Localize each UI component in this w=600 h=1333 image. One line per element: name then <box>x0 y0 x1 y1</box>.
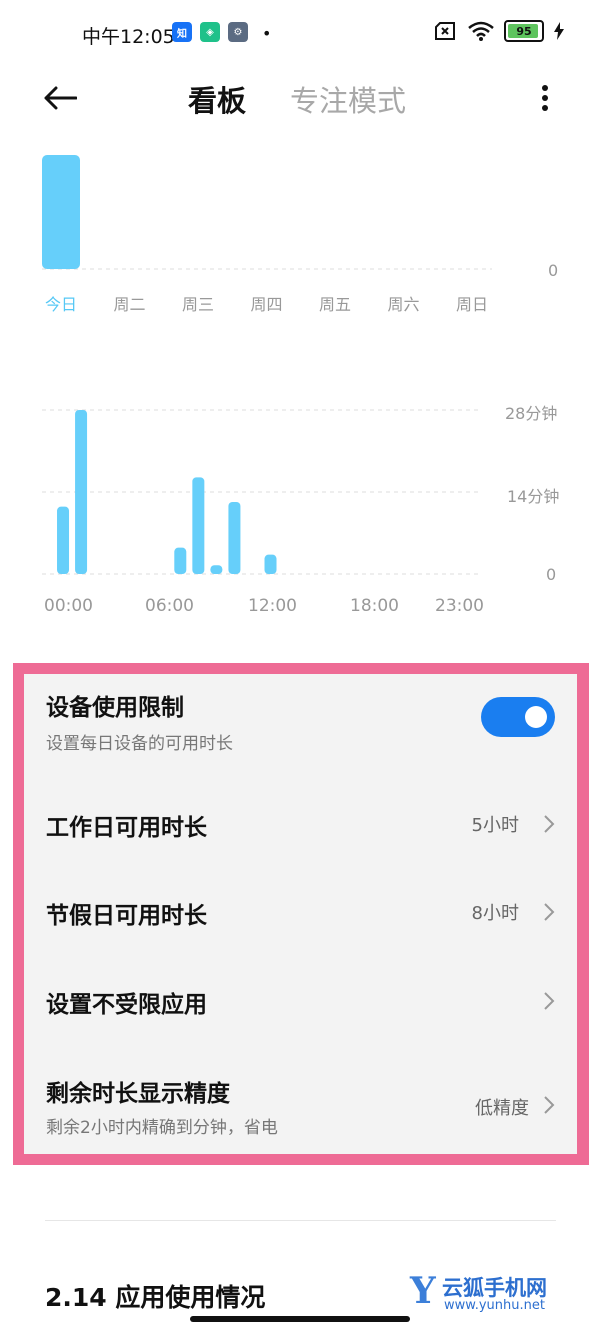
section-divider <box>45 1220 556 1221</box>
hourly-x-tick: 18:00 <box>350 596 399 616</box>
tab-dashboard[interactable]: 看板 <box>188 78 246 120</box>
device-limit-toggle[interactable] <box>481 697 555 737</box>
more-vertical-icon <box>542 85 548 111</box>
toggle-knob <box>525 706 547 728</box>
hourly-y-tick-max: 28分钟 <box>505 404 558 423</box>
hourly-bar[interactable] <box>264 554 277 574</box>
charging-icon <box>554 22 564 40</box>
hourly-y-tick-zero: 0 <box>546 565 557 584</box>
day-label[interactable]: 周六 <box>388 291 420 315</box>
wifi-icon <box>468 21 494 41</box>
day-label[interactable]: 周四 <box>251 291 283 315</box>
weekly-bar[interactable] <box>42 155 80 269</box>
precision-title: 剩余时长显示精度 <box>46 1081 230 1107</box>
weekly-y-tick: 0 <box>548 261 559 280</box>
hourly-x-tick: 00:00 <box>44 596 93 616</box>
device-limit-row[interactable]: 设备使用限制 设置每日设备的可用时长 <box>24 674 577 762</box>
hourly-usage-chart: 28分钟 14分钟 0 00:00 06:00 12:00 18:00 23:00 <box>0 390 600 630</box>
more-notifications-dot-icon: • <box>262 24 272 43</box>
precision-row[interactable]: 剩余时长显示精度 剩余2小时内精确到分钟，省电 低精度 <box>24 1054 577 1154</box>
hourly-y-tick-mid: 14分钟 <box>507 487 560 506</box>
device-limit-settings: 设备使用限制 设置每日设备的可用时长 工作日可用时长 5小时 节假日可用时长 8… <box>24 674 577 1154</box>
hourly-bar[interactable] <box>57 506 70 574</box>
back-arrow-icon <box>44 86 77 110</box>
precision-value: 低精度 <box>475 1098 529 1119</box>
device-limit-title: 设备使用限制 <box>46 695 184 721</box>
no-sim-icon <box>435 22 455 40</box>
chevron-right-icon <box>544 992 555 1010</box>
hourly-bar[interactable] <box>228 501 241 574</box>
chevron-right-icon <box>544 903 555 921</box>
hourly-bar[interactable] <box>75 410 88 574</box>
back-button[interactable] <box>40 78 80 118</box>
holiday-duration-value: 8小时 <box>471 903 519 924</box>
day-label[interactable]: 周日 <box>456 291 488 315</box>
watermark-url: www.yunhu.net <box>444 1298 545 1313</box>
hourly-x-tick: 23:00 <box>435 596 484 616</box>
workday-duration-value: 5小时 <box>471 815 519 836</box>
watermark-logo: Y 云狐手机网 www.yunhu.net <box>410 1270 580 1320</box>
battery-icon: 95 <box>504 20 544 42</box>
chevron-right-icon <box>544 1096 555 1114</box>
precision-subtitle: 剩余2小时内精确到分钟，省电 <box>46 1118 278 1138</box>
hourly-bar[interactable] <box>210 565 223 574</box>
hourly-bar[interactable] <box>192 477 205 574</box>
workday-duration-title: 工作日可用时长 <box>46 815 207 841</box>
unrestricted-apps-row[interactable]: 设置不受限应用 <box>24 954 577 1042</box>
status-time: 中午12:05 <box>82 26 175 48</box>
device-limit-subtitle: 设置每日设备的可用时长 <box>46 734 233 754</box>
chevron-right-icon <box>544 815 555 833</box>
top-bar: 看板 专注模式 <box>0 68 600 124</box>
settings-app-icon: ⚙ <box>228 22 248 42</box>
workday-duration-row[interactable]: 工作日可用时长 5小时 <box>24 778 577 866</box>
holiday-duration-title: 节假日可用时长 <box>46 903 207 929</box>
day-label[interactable]: 周三 <box>182 291 214 315</box>
home-indicator[interactable] <box>190 1316 410 1322</box>
hourly-chart-plot <box>42 409 478 575</box>
watermark-letter: Y <box>410 1270 436 1312</box>
weekly-usage-chart: 0 今日 周二 周三 周四 周五 周六 周日 <box>0 140 600 320</box>
notification-icons: 知 ◈ ⚙ <box>172 22 248 42</box>
weekly-chart-plot <box>42 155 492 270</box>
day-label[interactable]: 周五 <box>319 291 351 315</box>
hourly-x-tick: 06:00 <box>145 596 194 616</box>
more-options-button[interactable] <box>530 78 560 118</box>
shield-app-icon: ◈ <box>200 22 220 42</box>
tab-focus-mode[interactable]: 专注模式 <box>290 78 406 120</box>
hourly-bar[interactable] <box>174 547 187 574</box>
zhihu-icon: 知 <box>172 22 192 42</box>
battery-percent: 95 <box>516 24 532 38</box>
day-label[interactable]: 周二 <box>114 291 146 315</box>
day-label[interactable]: 今日 <box>45 291 77 315</box>
hourly-x-tick: 12:00 <box>248 596 297 616</box>
system-icons: 95 <box>434 20 564 42</box>
app-usage-section-title: 2.14 应用使用情况 <box>45 1283 266 1312</box>
status-bar: 中午12:05 知 ◈ ⚙ • 95 <box>0 0 600 68</box>
holiday-duration-row[interactable]: 节假日可用时长 8小时 <box>24 866 577 954</box>
unrestricted-apps-title: 设置不受限应用 <box>46 992 207 1018</box>
